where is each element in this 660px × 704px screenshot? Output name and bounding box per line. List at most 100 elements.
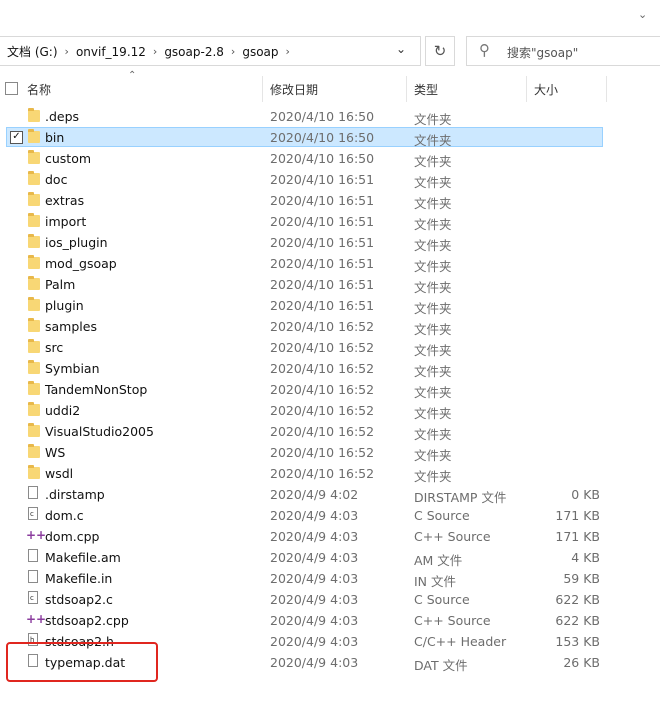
file-row[interactable]: src 2020/4/10 16:52 文件夹 — [0, 337, 660, 358]
sort-ascending-icon: ⌃ — [128, 70, 137, 81]
file-row[interactable]: typemap.dat 2020/4/9 4:03 DAT 文件 26 KB — [0, 652, 660, 673]
title-bar: ⌄ — [0, 0, 660, 34]
folder-icon — [28, 444, 40, 458]
file-row[interactable]: extras 2020/4/10 16:51 文件夹 — [0, 190, 660, 211]
row-checkbox[interactable]: ✓ — [10, 131, 23, 144]
file-row[interactable]: Makefile.am 2020/4/9 4:03 AM 文件 4 KB — [0, 547, 660, 568]
address-box[interactable]: 文档 (G:) › onvif_19.12 › gsoap-2.8 › gsoa… — [0, 36, 421, 66]
file-row[interactable]: TandemNonStop 2020/4/10 16:52 文件夹 — [0, 379, 660, 400]
folder-icon — [28, 381, 40, 395]
search-input[interactable]: ⚲ 搜索"gsoap" — [466, 36, 660, 66]
file-date: 2020/4/10 16:52 — [270, 424, 375, 439]
file-name: Symbian — [45, 361, 100, 376]
column-name[interactable]: 名称 — [27, 81, 51, 98]
folder-icon — [28, 129, 40, 143]
file-row[interactable]: Symbian 2020/4/10 16:52 文件夹 — [0, 358, 660, 379]
folder-icon — [28, 360, 40, 374]
breadcrumb-separator-icon[interactable]: › — [282, 45, 294, 58]
file-date: 2020/4/10 16:52 — [270, 340, 375, 355]
cpp-file-icon: ++ — [26, 612, 47, 626]
address-dropdown-icon[interactable]: ⌄ — [396, 42, 406, 56]
file-date: 2020/4/9 4:03 — [270, 592, 359, 607]
file-icon — [28, 654, 38, 667]
file-type: 文件夹 — [414, 217, 452, 232]
column-divider[interactable] — [406, 76, 407, 102]
file-row[interactable]: wsdl 2020/4/10 16:52 文件夹 — [0, 463, 660, 484]
column-size[interactable]: 大小 — [534, 81, 558, 98]
file-name: mod_gsoap — [45, 256, 117, 271]
file-type: C Source — [414, 592, 470, 607]
folder-icon — [28, 108, 40, 122]
breadcrumb-item[interactable]: gsoap — [239, 45, 281, 59]
folder-icon — [28, 234, 40, 248]
file-row[interactable]: h stdsoap2.h 2020/4/9 4:03 C/C++ Header 153 … — [0, 631, 660, 652]
file-row[interactable]: samples 2020/4/10 16:52 文件夹 — [0, 316, 660, 337]
file-row[interactable]: c dom.c 2020/4/9 4:03 C Source 171 KB — [0, 505, 660, 526]
file-date: 2020/4/10 16:52 — [270, 382, 375, 397]
chevron-down-icon[interactable]: ⌄ — [638, 8, 650, 21]
file-type: 文件夹 — [414, 175, 452, 190]
file-type: 文件夹 — [414, 301, 452, 316]
file-row[interactable]: Palm 2020/4/10 16:51 文件夹 — [0, 274, 660, 295]
file-row[interactable]: Makefile.in 2020/4/9 4:03 IN 文件 59 KB — [0, 568, 660, 589]
folder-icon — [28, 150, 40, 164]
breadcrumb-separator-icon[interactable]: › — [61, 45, 73, 58]
file-name: .dirstamp — [45, 487, 105, 502]
file-row[interactable]: .dirstamp 2020/4/9 4:02 DIRSTAMP 文件 0 KB — [0, 484, 660, 505]
file-type: 文件夹 — [414, 406, 452, 421]
file-date: 2020/4/9 4:03 — [270, 508, 359, 523]
file-date: 2020/4/10 16:51 — [270, 298, 375, 313]
column-divider[interactable] — [606, 76, 607, 102]
file-type: 文件夹 — [414, 427, 452, 442]
refresh-button[interactable]: ↻ — [425, 36, 455, 66]
file-row[interactable]: c stdsoap2.c 2020/4/9 4:03 C Source 622 KB — [0, 589, 660, 610]
column-type[interactable]: 类型 — [414, 81, 438, 98]
column-date[interactable]: 修改日期 — [270, 81, 318, 98]
file-date: 2020/4/10 16:52 — [270, 466, 375, 481]
breadcrumb-separator-icon[interactable]: › — [149, 45, 161, 58]
file-name: stdsoap2.h — [45, 634, 114, 649]
file-row[interactable]: .deps 2020/4/10 16:50 文件夹 — [0, 106, 660, 127]
file-row[interactable]: doc 2020/4/10 16:51 文件夹 — [0, 169, 660, 190]
file-date: 2020/4/9 4:03 — [270, 613, 359, 628]
file-row[interactable]: ++ stdsoap2.cpp 2020/4/9 4:03 C++ Source 622… — [0, 610, 660, 631]
file-name: import — [45, 214, 87, 229]
file-glyph: c — [30, 594, 34, 602]
select-all-checkbox[interactable] — [5, 82, 18, 95]
breadcrumb-item[interactable]: 文档 (G:) — [4, 43, 61, 60]
file-row[interactable]: ios_plugin 2020/4/10 16:51 文件夹 — [0, 232, 660, 253]
file-name: dom.cpp — [45, 529, 100, 544]
file-name: .deps — [45, 109, 80, 124]
breadcrumb-item[interactable]: gsoap-2.8 — [161, 45, 227, 59]
folder-icon — [28, 213, 40, 227]
file-date: 2020/4/10 16:51 — [270, 256, 375, 271]
file-row[interactable]: WS 2020/4/10 16:52 文件夹 — [0, 442, 660, 463]
file-row[interactable]: mod_gsoap 2020/4/10 16:51 文件夹 — [0, 253, 660, 274]
file-date: 2020/4/10 16:52 — [270, 403, 375, 418]
file-row[interactable]: VisualStudio2005 2020/4/10 16:52 文件夹 — [0, 421, 660, 442]
column-divider[interactable] — [526, 76, 527, 102]
file-row[interactable]: plugin 2020/4/10 16:51 文件夹 — [0, 295, 660, 316]
breadcrumb-item[interactable]: onvif_19.12 — [73, 45, 149, 59]
file-size: 26 KB — [563, 655, 600, 670]
search-placeholder: 搜索"gsoap" — [507, 46, 579, 60]
file-type: 文件夹 — [414, 112, 452, 127]
file-row[interactable]: custom 2020/4/10 16:50 文件夹 — [0, 148, 660, 169]
file-name: extras — [45, 193, 85, 208]
file-row[interactable]: import 2020/4/10 16:51 文件夹 — [0, 211, 660, 232]
file-row[interactable]: ++ dom.cpp 2020/4/9 4:03 C++ Source 171 KB — [0, 526, 660, 547]
column-divider[interactable] — [262, 76, 263, 102]
file-type: 文件夹 — [414, 196, 452, 211]
file-date: 2020/4/10 16:51 — [270, 235, 375, 250]
file-date: 2020/4/9 4:03 — [270, 529, 359, 544]
file-name: doc — [45, 172, 68, 187]
file-type: DIRSTAMP 文件 — [414, 490, 507, 505]
folder-icon — [28, 192, 40, 206]
file-row[interactable]: ✓ bin 2020/4/10 16:50 文件夹 — [0, 127, 660, 148]
breadcrumb-separator-icon[interactable]: › — [227, 45, 239, 58]
file-size: 622 KB — [555, 592, 600, 607]
file-name: typemap.dat — [45, 655, 126, 670]
file-row[interactable]: uddi2 2020/4/10 16:52 文件夹 — [0, 400, 660, 421]
file-type: C++ Source — [414, 529, 491, 544]
file-name: custom — [45, 151, 92, 166]
